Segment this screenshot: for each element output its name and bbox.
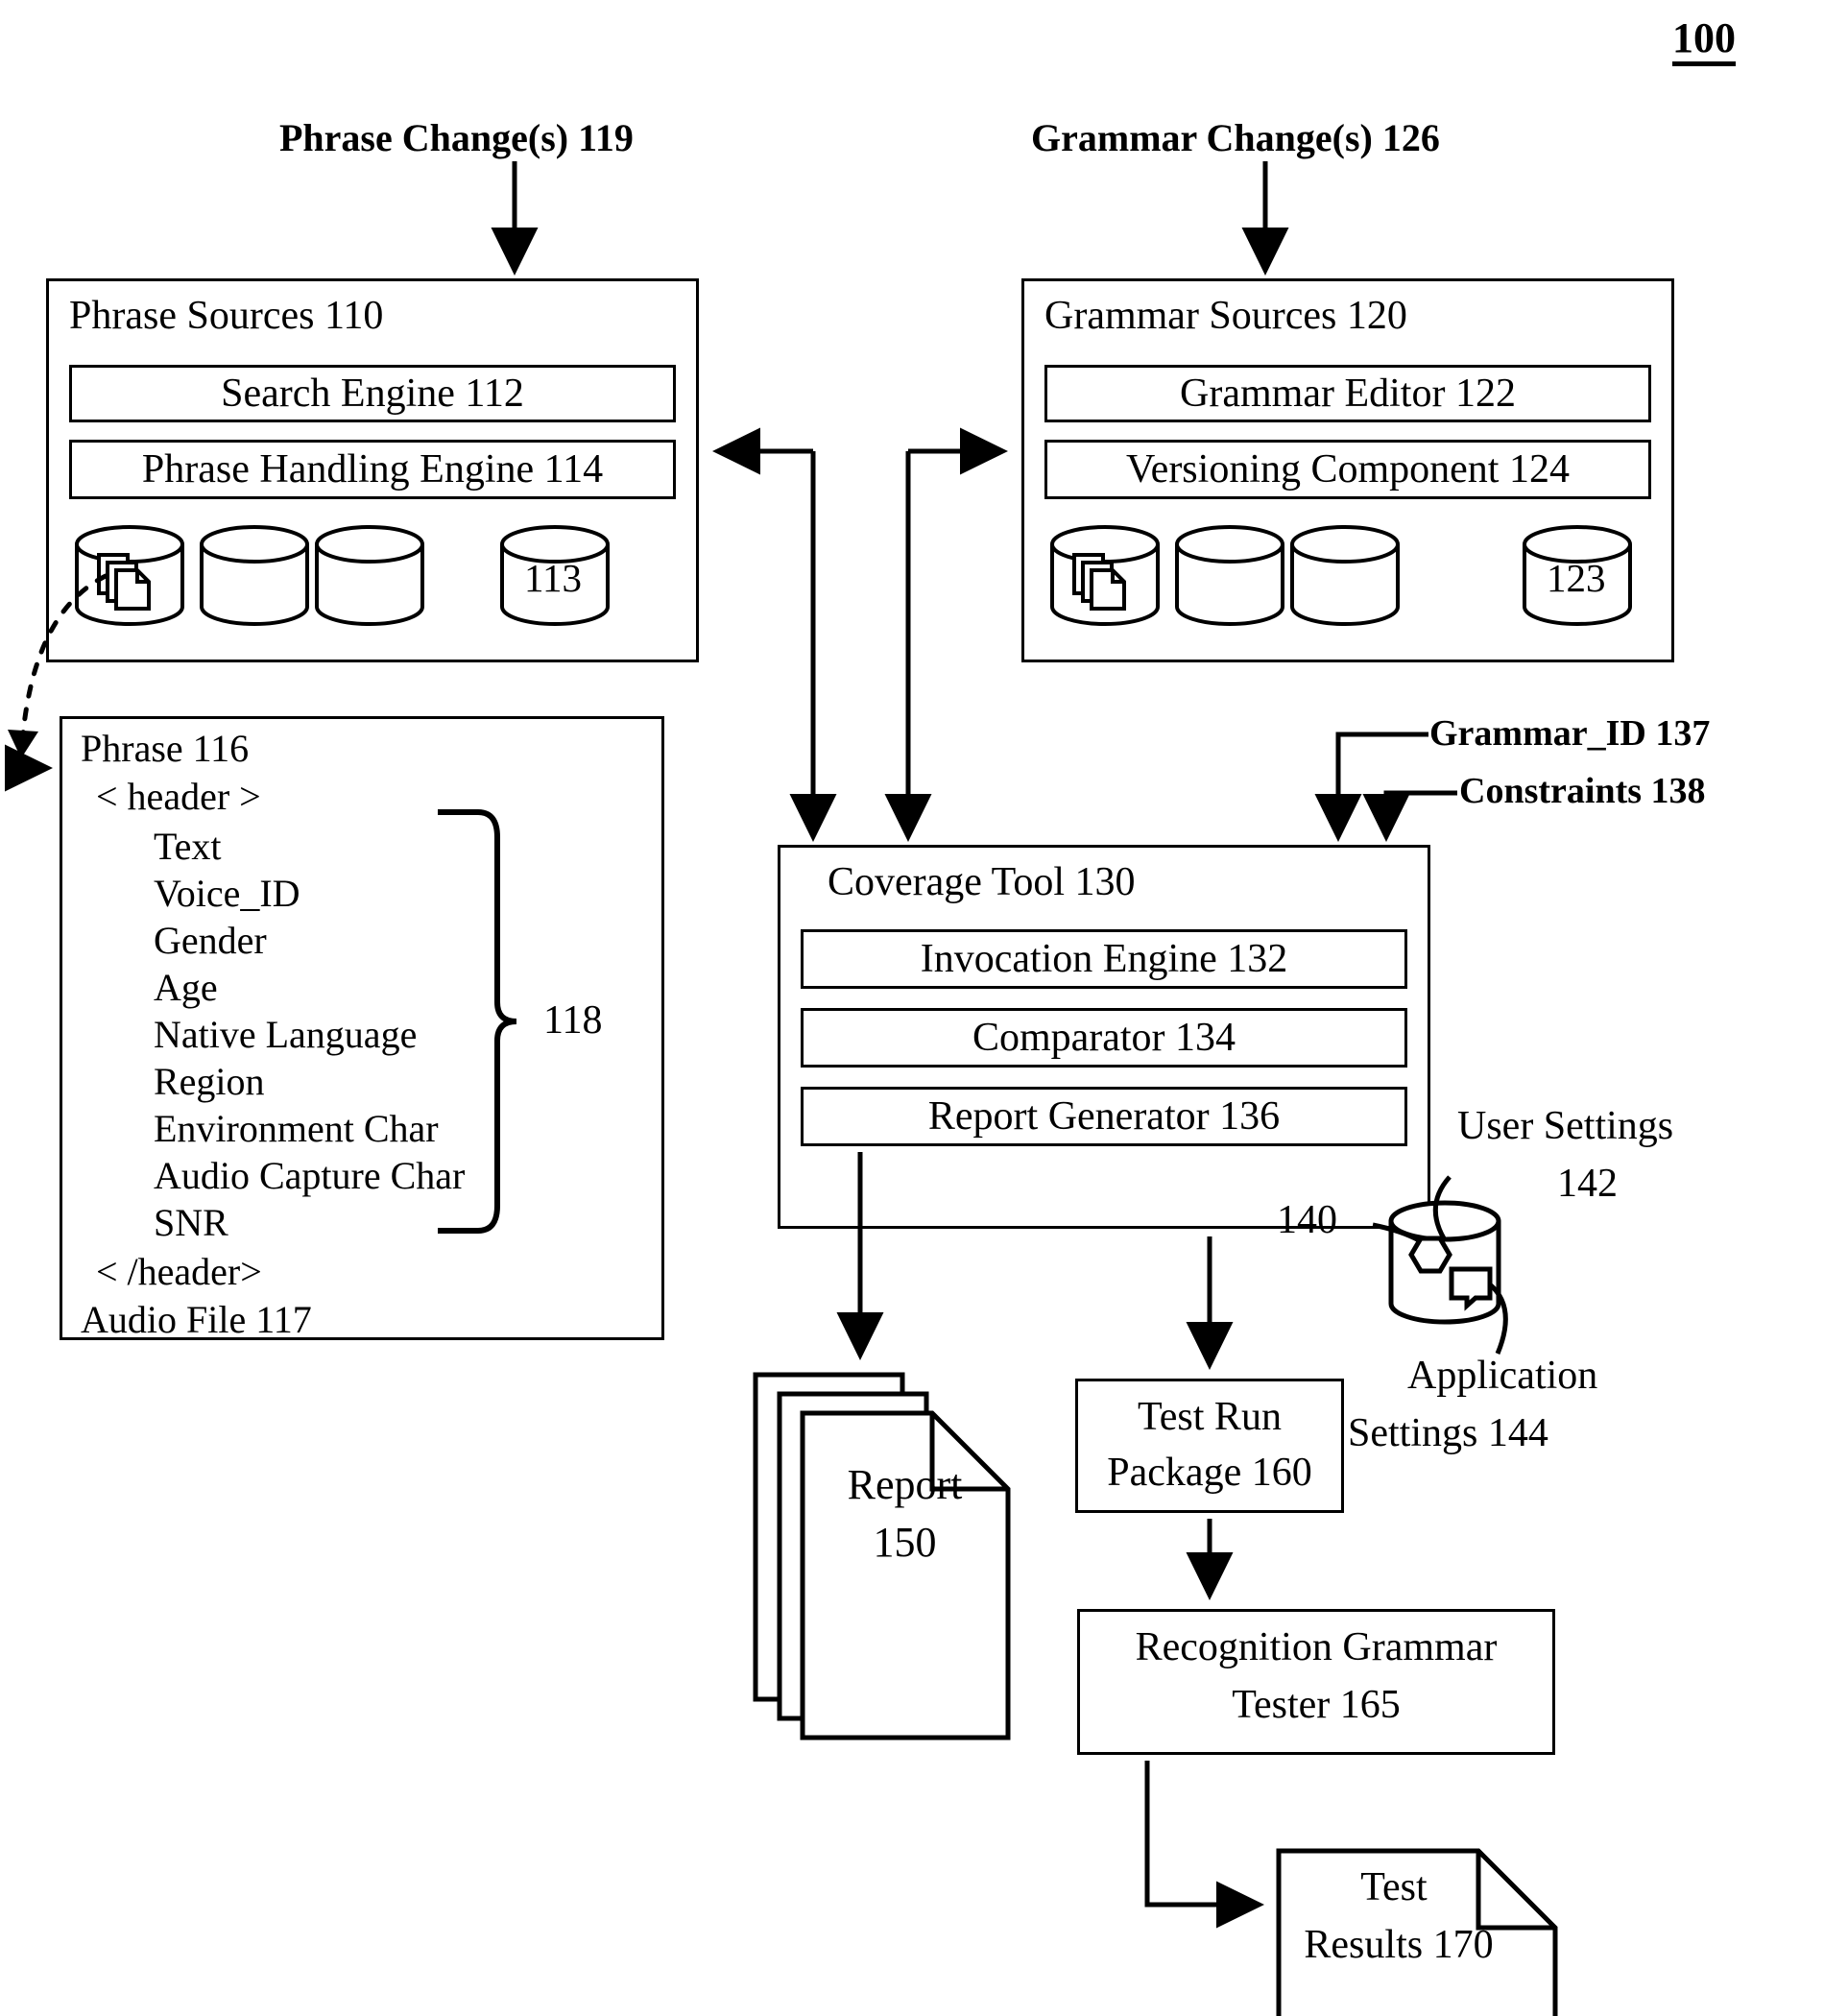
dashed-leader-arrowhead (8, 730, 38, 758)
dashed-leader-phrase-detail (18, 573, 108, 761)
arrow-tester-to-results (1144, 1761, 1264, 1929)
line-constraints (1383, 790, 1457, 828)
line-grammar-id (1335, 732, 1428, 828)
connector-arrows (5, 161, 1457, 1929)
